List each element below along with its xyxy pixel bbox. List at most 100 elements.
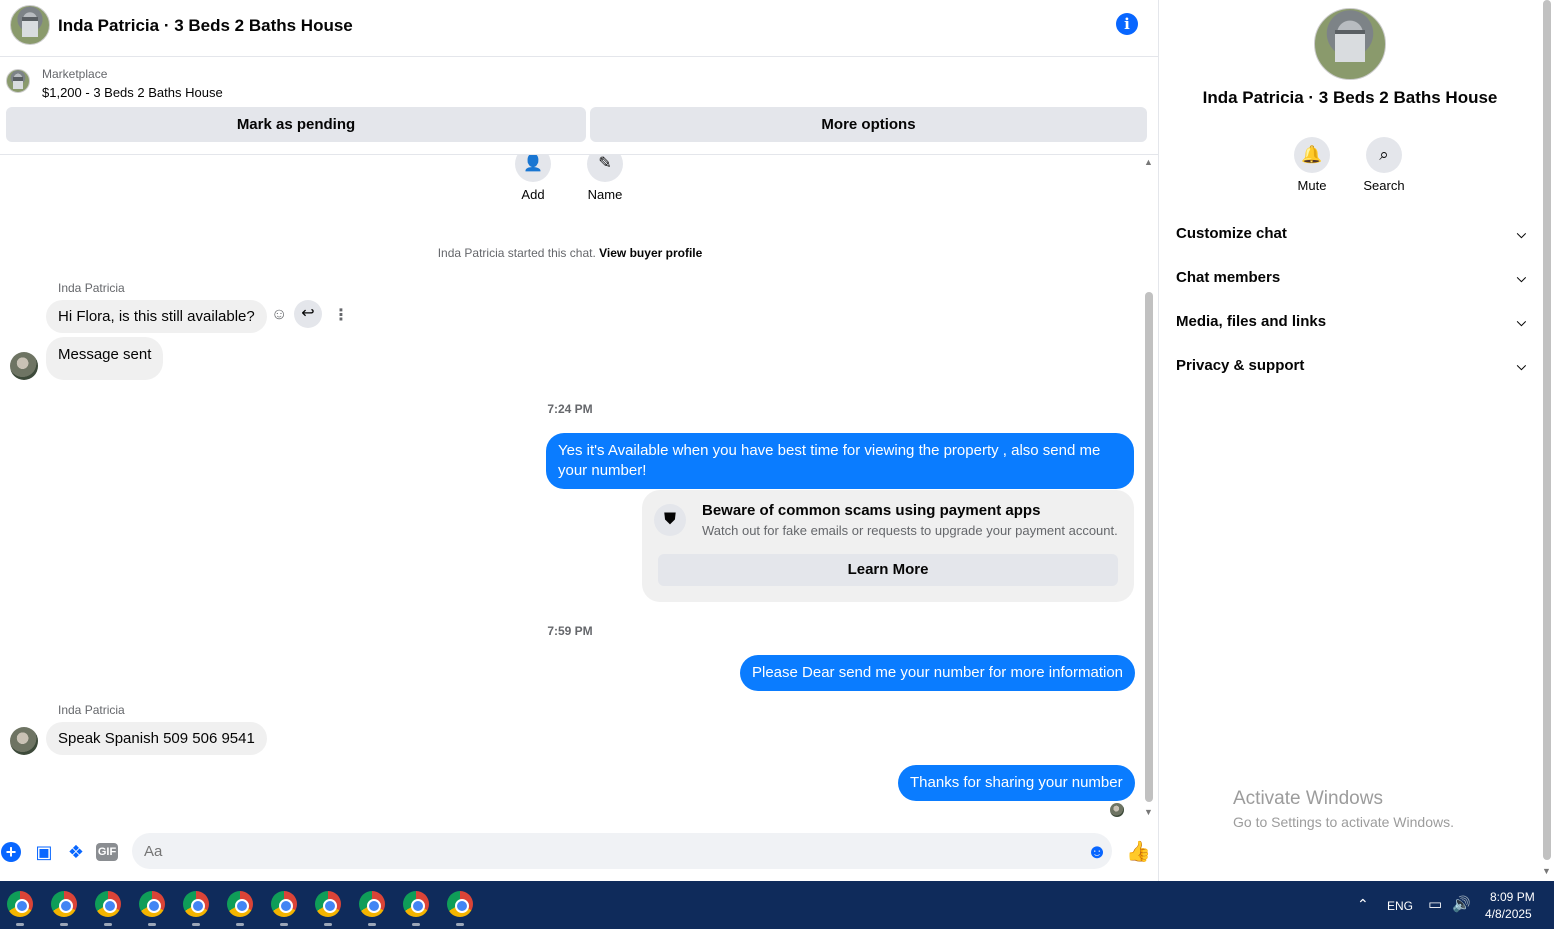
running-indicator [456, 923, 464, 926]
incoming-message[interactable]: Hi Flora, is this still available? [46, 300, 267, 333]
activate-windows-watermark: Activate Windows Go to Settings to activ… [1233, 788, 1454, 830]
scam-warning-card: ⛊ Beware of common scams using payment a… [642, 490, 1134, 602]
customize-chat-section[interactable]: Customize chat ⌵ [1176, 212, 1526, 256]
details-title: Inda Patricia · 3 Beds 2 Baths House [1202, 88, 1498, 107]
details-avatar[interactable] [1314, 8, 1386, 80]
message-scrollbar[interactable]: ▲ ▼ [1142, 155, 1156, 825]
bell-icon[interactable]: 🔔 [1294, 137, 1330, 173]
marketplace-listing-strip: Marketplace $1,200 - 3 Beds 2 Baths Hous… [0, 57, 1159, 155]
listing-title[interactable]: $1,200 - 3 Beds 2 Baths House [42, 85, 223, 100]
chevron-up-icon[interactable]: ⌃ [1357, 896, 1369, 913]
shield-icon: ⛊ [654, 504, 686, 536]
chrome-icon[interactable] [403, 891, 429, 917]
network-icon[interactable]: ▭ [1428, 895, 1442, 913]
chrome-icon[interactable] [95, 891, 121, 917]
scroll-down-icon[interactable]: ▼ [1144, 807, 1153, 817]
page-scrollbar[interactable]: ▼ [1540, 0, 1554, 881]
conversation-pane: Inda Patricia · 3 Beds 2 Baths House i M… [0, 0, 1159, 881]
sender-name: Inda Patricia [58, 703, 125, 717]
privacy-support-section[interactable]: Privacy & support ⌵ [1176, 344, 1526, 388]
volume-icon[interactable]: 🔊 [1452, 895, 1471, 913]
section-label: Customize chat [1176, 225, 1287, 242]
search-label[interactable]: Search [1349, 178, 1419, 193]
scroll-thumb[interactable] [1145, 292, 1153, 802]
message-input[interactable] [132, 833, 1112, 869]
mute-label[interactable]: Mute [1277, 178, 1347, 193]
chrome-icon[interactable] [139, 891, 165, 917]
sender-name: Inda Patricia [58, 281, 125, 295]
clock-time[interactable]: 8:09 PM [1490, 890, 1535, 904]
outgoing-message[interactable]: Yes it's Available when you have best ti… [546, 433, 1134, 489]
clock-date[interactable]: 4/8/2025 [1485, 907, 1532, 921]
conversation-details-panel: Inda Patricia · 3 Beds 2 Baths House 🔔 M… [1160, 0, 1540, 881]
running-indicator [324, 923, 332, 926]
outgoing-message[interactable]: Please Dear send me your number for more… [740, 655, 1136, 691]
section-label: Privacy & support [1176, 357, 1305, 374]
chrome-icon[interactable] [7, 891, 33, 917]
add-label: Add [521, 187, 545, 202]
media-files-links-section[interactable]: Media, files and links ⌵ [1176, 300, 1526, 344]
chrome-icon[interactable] [315, 891, 341, 917]
info-icon[interactable]: i [1116, 13, 1138, 35]
running-indicator [368, 923, 376, 926]
scroll-up-icon[interactable]: ▲ [1144, 157, 1153, 167]
chrome-icon[interactable] [271, 891, 297, 917]
sticker-icon[interactable]: ❖ [65, 841, 87, 863]
chrome-icon[interactable] [359, 891, 385, 917]
running-indicator [280, 923, 288, 926]
incoming-message[interactable]: Message sent [46, 337, 164, 380]
windows-taskbar: ⌃ ENG ▭ 🔊 8:09 PM 4/8/2025 [0, 881, 1554, 929]
language-indicator[interactable]: ENG [1387, 899, 1413, 913]
search-icon[interactable]: ⌕ [1366, 137, 1402, 173]
system-note-text: Inda Patricia started this chat. [437, 246, 596, 260]
page-scroll-down-icon[interactable]: ▼ [1542, 866, 1551, 876]
conversation-title[interactable]: Inda Patricia · 3 Beds 2 Baths House [58, 16, 353, 36]
warning-title: Beware of common scams using payment app… [702, 502, 1041, 519]
chrome-icon[interactable] [183, 891, 209, 917]
outgoing-message[interactable]: Thanks for sharing your number [898, 765, 1135, 801]
page-scroll-thumb[interactable] [1543, 0, 1551, 860]
sender-avatar[interactable] [10, 352, 38, 380]
view-buyer-profile-link[interactable]: View buyer profile [599, 246, 702, 260]
sender-avatar[interactable] [10, 727, 38, 755]
messenger-app: Inda Patricia · 3 Beds 2 Baths House i M… [0, 0, 1554, 881]
chrome-icon[interactable] [447, 891, 473, 917]
system-note: Inda Patricia started this chat. View bu… [0, 246, 1140, 260]
listing-thumbnail[interactable] [6, 69, 30, 93]
chevron-down-icon: ⌵ [1516, 359, 1526, 373]
watermark-line1: Activate Windows [1233, 788, 1383, 809]
chrome-icon[interactable] [51, 891, 77, 917]
thumbs-up-icon[interactable]: 👍 [1126, 841, 1151, 863]
running-indicator [60, 923, 68, 926]
chrome-icon[interactable] [227, 891, 253, 917]
conversation-avatar[interactable] [10, 5, 50, 45]
gif-icon[interactable]: GIF [96, 843, 118, 861]
name-label: Name [587, 187, 623, 202]
chat-members-section[interactable]: Chat members ⌵ [1176, 256, 1526, 300]
mark-as-pending-button[interactable]: Mark as pending [6, 107, 586, 142]
section-label: Chat members [1176, 269, 1281, 286]
more-vertical-icon[interactable]: ⋮ [333, 305, 349, 325]
section-label: Media, files and links [1176, 313, 1327, 330]
incoming-message[interactable]: Speak Spanish 509 506 9541 [46, 722, 267, 755]
chevron-down-icon: ⌵ [1516, 227, 1526, 241]
image-icon[interactable]: ▣ [33, 841, 55, 863]
seen-avatar [1110, 803, 1124, 817]
pencil-icon[interactable]: ✎ [587, 155, 623, 182]
message-list: 👤 Add ✎ Name Inda Patricia started this … [0, 155, 1140, 825]
more-options-button[interactable]: More options [590, 107, 1147, 142]
plus-circle-icon[interactable]: + [1, 842, 21, 862]
message-composer: + ▣ ❖ GIF ☻ 👍 [0, 825, 1159, 881]
running-indicator [412, 923, 420, 926]
reply-icon[interactable]: ↩ [294, 300, 322, 328]
running-indicator [148, 923, 156, 926]
warning-subtitle: Watch out for fake emails or requests to… [702, 523, 1118, 538]
watermark-line2: Go to Settings to activate Windows. [1233, 814, 1454, 830]
running-indicator [104, 923, 112, 926]
emoji-icon[interactable]: ☻ [1086, 841, 1108, 863]
smile-react-icon[interactable]: ☺ [271, 306, 287, 324]
chevron-down-icon: ⌵ [1516, 271, 1526, 285]
conversation-header: Inda Patricia · 3 Beds 2 Baths House i [0, 0, 1159, 57]
add-person-icon[interactable]: 👤 [515, 155, 551, 182]
learn-more-button[interactable]: Learn More [658, 554, 1118, 586]
